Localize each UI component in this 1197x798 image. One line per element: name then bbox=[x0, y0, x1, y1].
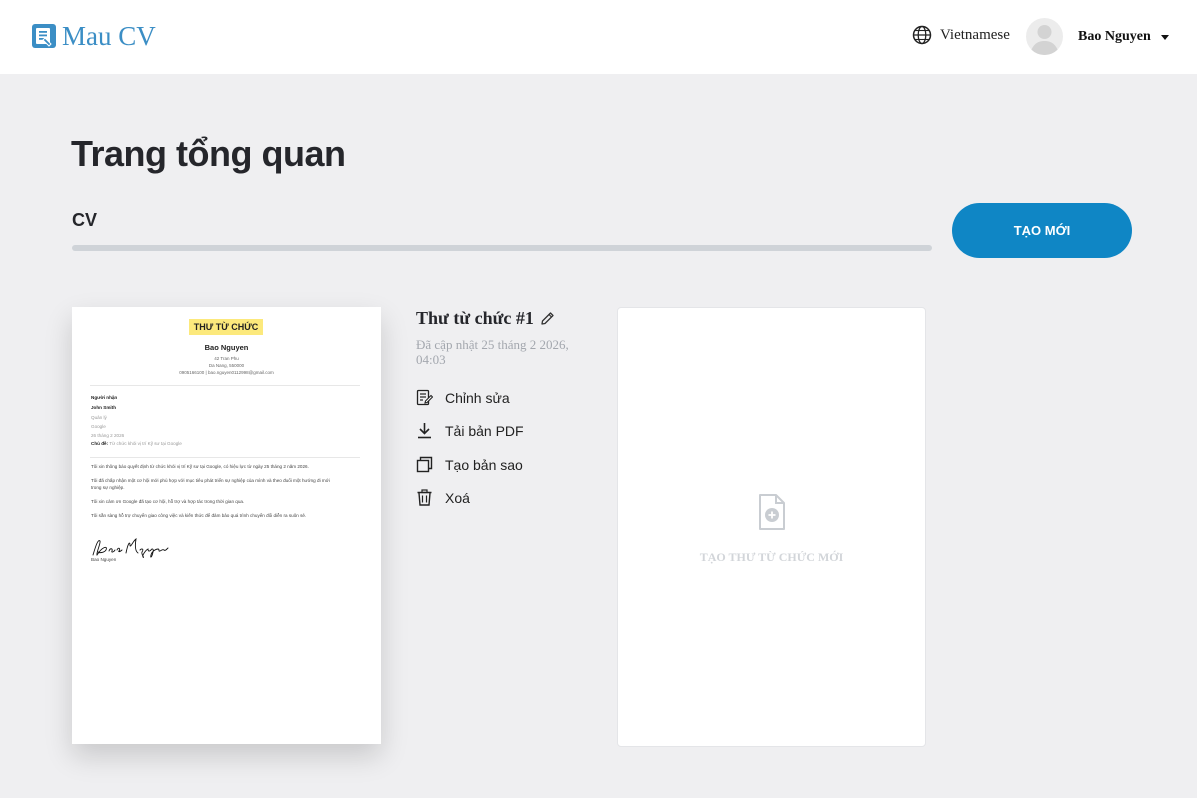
edit-label: Chỉnh sửa bbox=[445, 389, 510, 406]
delete-action[interactable]: Xoá bbox=[416, 489, 470, 506]
document-title[interactable]: Thư từ chức #1 bbox=[416, 308, 555, 329]
preview-subject-label: Chủ đề: bbox=[91, 441, 109, 446]
chevron-down-icon bbox=[1160, 34, 1169, 40]
download-icon bbox=[418, 423, 431, 439]
tab-cv[interactable]: CV bbox=[72, 210, 97, 231]
preview-recipient-label: Người nhận bbox=[91, 395, 118, 400]
create-new-label: TẠO THƯ TỪ CHỨC MỚI bbox=[699, 550, 844, 564]
trash-icon bbox=[417, 489, 432, 506]
logo-icon bbox=[32, 24, 56, 48]
language-label: Vietnamese bbox=[940, 26, 1010, 43]
copy-icon bbox=[416, 456, 433, 473]
preview-paragraph: Tôi xin cảm ơn Google đã tạo cơ hội, hỗ … bbox=[91, 499, 245, 504]
preview-paragraph: Tôi sẵn sàng hỗ trợ chuyển giao công việ… bbox=[91, 513, 307, 518]
preview-paragraph: trong sự nghiệp. bbox=[91, 485, 125, 490]
document-preview[interactable]: THƯ TỪ CHỨC Bao Nguyen 42 Tran Phu Da Na… bbox=[72, 307, 381, 744]
add-file-icon bbox=[759, 494, 785, 530]
user-name: Bao Nguyen bbox=[1078, 29, 1151, 44]
preview-paragraph: Tôi xin thông báo quyết định từ chức khỏ… bbox=[91, 464, 309, 469]
language-selector[interactable]: Vietnamese bbox=[912, 25, 1010, 45]
preview-date: 26 tháng 2 2026 bbox=[91, 433, 125, 438]
duplicate-label: Tạo bản sao bbox=[445, 456, 523, 473]
pencil-icon[interactable] bbox=[540, 311, 555, 326]
edit-action[interactable]: Chỉnh sửa bbox=[416, 389, 510, 406]
delete-label: Xoá bbox=[445, 489, 470, 506]
document-title-text: Thư từ chức #1 bbox=[416, 308, 534, 328]
user-menu[interactable]: Bao Nguyen bbox=[1078, 29, 1169, 45]
last-updated: Đã cập nhật 25 tháng 2 2026, 04:03 bbox=[416, 337, 569, 367]
logo[interactable]: Mau CV bbox=[32, 22, 156, 50]
preview-address-line1: 42 Tran Phu bbox=[214, 356, 239, 361]
user-avatar-icon bbox=[1030, 25, 1059, 55]
page-title: Trang tổng quan bbox=[71, 133, 346, 174]
preview-subject: Từ chức khỏi vị trí Kỹ sư tại Google bbox=[109, 441, 182, 446]
preview-recipient-role: Quản lý bbox=[91, 415, 107, 420]
download-pdf-label: Tải bản PDF bbox=[445, 422, 524, 439]
duplicate-action[interactable]: Tạo bản sao bbox=[416, 456, 523, 473]
preview-subject-line: Chủ đề: Từ chức khỏi vị trí Kỹ sư tại Go… bbox=[91, 441, 182, 446]
avatar[interactable] bbox=[1026, 18, 1063, 55]
logo-text: Mau CV bbox=[62, 21, 156, 51]
preview-divider bbox=[90, 457, 360, 458]
preview-paragraph: Tôi đã chấp nhận một cơ hội mới phù hợp … bbox=[91, 478, 330, 483]
preview-heading: THƯ TỪ CHỨC bbox=[189, 319, 263, 335]
preview-divider bbox=[90, 385, 360, 386]
preview-signer: Bao Nguyen bbox=[91, 557, 117, 562]
create-new-card[interactable]: TẠO THƯ TỪ CHỨC MỚI bbox=[617, 307, 926, 747]
create-new-button[interactable]: TẠO MỚI bbox=[952, 203, 1132, 258]
edit-icon bbox=[416, 389, 433, 406]
preview-contact: 0905166100 | bao.nguyen0112998@gmail.com bbox=[179, 370, 274, 375]
preview-name: Bao Nguyen bbox=[204, 343, 249, 352]
preview-recipient-company: Google bbox=[91, 424, 106, 429]
tab-underline bbox=[72, 245, 932, 251]
globe-icon bbox=[912, 25, 932, 45]
preview-address-line2: Da Nang, 550000 bbox=[208, 363, 245, 368]
download-pdf-action[interactable]: Tải bản PDF bbox=[416, 422, 524, 439]
preview-recipient-name: John Smith bbox=[91, 405, 117, 410]
top-bar: Mau CV Vietnamese Bao Nguyen bbox=[0, 0, 1197, 74]
